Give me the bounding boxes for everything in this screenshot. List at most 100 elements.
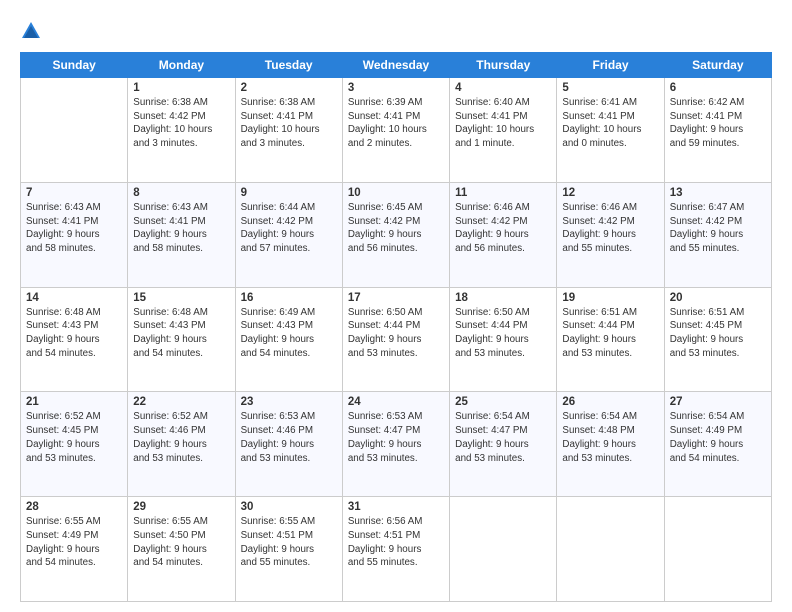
calendar-cell: 10 Sunrise: 6:45 AMSunset: 4:42 PMDayligh… [342,182,449,287]
day-number: 5 [562,82,658,94]
calendar-cell: 14 Sunrise: 6:48 AMSunset: 4:43 PMDayligh… [21,287,128,392]
day-info: Sunrise: 6:50 AMSunset: 4:44 PMDaylight:… [455,306,551,361]
day-info: Sunrise: 6:44 AMSunset: 4:42 PMDaylight:… [241,201,337,256]
logo-icon [20,20,42,42]
day-info: Sunrise: 6:45 AMSunset: 4:42 PMDaylight:… [348,201,444,256]
day-number: 29 [133,501,229,513]
day-number: 31 [348,501,444,513]
day-info: Sunrise: 6:51 AMSunset: 4:44 PMDaylight:… [562,306,658,361]
calendar-cell: 16 Sunrise: 6:49 AMSunset: 4:43 PMDayligh… [235,287,342,392]
calendar-cell: 29 Sunrise: 6:55 AMSunset: 4:50 PMDayligh… [128,497,235,602]
calendar-cell: 2 Sunrise: 6:38 AMSunset: 4:41 PMDaylight… [235,78,342,183]
day-number: 18 [455,292,551,304]
day-number: 27 [670,396,766,408]
day-info: Sunrise: 6:43 AMSunset: 4:41 PMDaylight:… [133,201,229,256]
day-number: 12 [562,187,658,199]
weekday-header-tuesday: Tuesday [235,53,342,78]
day-info: Sunrise: 6:49 AMSunset: 4:43 PMDaylight:… [241,306,337,361]
calendar-cell: 20 Sunrise: 6:51 AMSunset: 4:45 PMDayligh… [664,287,771,392]
day-info: Sunrise: 6:53 AMSunset: 4:46 PMDaylight:… [241,410,337,465]
day-info: Sunrise: 6:47 AMSunset: 4:42 PMDaylight:… [670,201,766,256]
calendar-cell: 25Sunrise: 6:54 AMSunset: 4:47 PMDayligh… [450,392,557,497]
day-info: Sunrise: 6:55 AMSunset: 4:51 PMDaylight:… [241,515,337,570]
day-info: Sunrise: 6:38 AMSunset: 4:41 PMDaylight:… [241,96,337,151]
day-info: Sunrise: 6:39 AMSunset: 4:41 PMDaylight:… [348,96,444,151]
calendar-cell: 7Sunrise: 6:43 AMSunset: 4:41 PMDaylight… [21,182,128,287]
day-info: Sunrise: 6:48 AMSunset: 4:43 PMDaylight:… [133,306,229,361]
day-number: 11 [455,187,551,199]
calendar-cell: 18 Sunrise: 6:50 AMSunset: 4:44 PMDayligh… [450,287,557,392]
day-number: 23 [241,396,337,408]
day-info: Sunrise: 6:50 AMSunset: 4:44 PMDaylight:… [348,306,444,361]
calendar-cell: 3 Sunrise: 6:39 AMSunset: 4:41 PMDaylight… [342,78,449,183]
day-number: 14 [26,292,122,304]
day-number: 9 [241,187,337,199]
calendar-cell: 6Sunrise: 6:42 AMSunset: 4:41 PMDaylight… [664,78,771,183]
calendar-cell: 12 Sunrise: 6:46 AMSunset: 4:42 PMDayligh… [557,182,664,287]
weekday-header-friday: Friday [557,53,664,78]
day-info: Sunrise: 6:52 AMSunset: 4:45 PMDaylight:… [26,410,122,465]
day-info: Sunrise: 6:55 AMSunset: 4:49 PMDaylight:… [26,515,122,570]
calendar-cell: 31 Sunrise: 6:56 AMSunset: 4:51 PMDayligh… [342,497,449,602]
day-number: 26 [562,396,658,408]
calendar-table: SundayMondayTuesdayWednesdayThursdayFrid… [20,52,772,602]
calendar-cell: 30Sunrise: 6:55 AMSunset: 4:51 PMDayligh… [235,497,342,602]
calendar-cell [450,497,557,602]
day-info: Sunrise: 6:43 AMSunset: 4:41 PMDaylight:… [26,201,122,256]
calendar-cell [21,78,128,183]
day-info: Sunrise: 6:54 AMSunset: 4:48 PMDaylight:… [562,410,658,465]
calendar-cell: 26 Sunrise: 6:54 AMSunset: 4:48 PMDayligh… [557,392,664,497]
day-number: 2 [241,82,337,94]
calendar-cell: 22Sunrise: 6:52 AMSunset: 4:46 PMDayligh… [128,392,235,497]
weekday-header-saturday: Saturday [664,53,771,78]
day-info: Sunrise: 6:54 AMSunset: 4:49 PMDaylight:… [670,410,766,465]
calendar-cell: 9 Sunrise: 6:44 AMSunset: 4:42 PMDaylight… [235,182,342,287]
weekday-header-row: SundayMondayTuesdayWednesdayThursdayFrid… [21,53,772,78]
calendar-cell: 23 Sunrise: 6:53 AMSunset: 4:46 PMDayligh… [235,392,342,497]
page: SundayMondayTuesdayWednesdayThursdayFrid… [0,0,792,612]
day-number: 3 [348,82,444,94]
day-info: Sunrise: 6:46 AMSunset: 4:42 PMDaylight:… [562,201,658,256]
calendar-cell: 17 Sunrise: 6:50 AMSunset: 4:44 PMDayligh… [342,287,449,392]
day-number: 6 [670,82,766,94]
calendar-cell: 8 Sunrise: 6:43 AMSunset: 4:41 PMDaylight… [128,182,235,287]
calendar-cell: 5 Sunrise: 6:41 AMSunset: 4:41 PMDaylight… [557,78,664,183]
header [20,18,772,42]
day-info: Sunrise: 6:48 AMSunset: 4:43 PMDaylight:… [26,306,122,361]
calendar-cell: 27 Sunrise: 6:54 AMSunset: 4:49 PMDayligh… [664,392,771,497]
day-info: Sunrise: 6:40 AMSunset: 4:41 PMDaylight:… [455,96,551,151]
day-number: 28 [26,501,122,513]
week-row-2: 7Sunrise: 6:43 AMSunset: 4:41 PMDaylight… [21,182,772,287]
day-info: Sunrise: 6:41 AMSunset: 4:41 PMDaylight:… [562,96,658,151]
day-number: 24 [348,396,444,408]
day-info: Sunrise: 6:51 AMSunset: 4:45 PMDaylight:… [670,306,766,361]
calendar-cell: 15Sunrise: 6:48 AMSunset: 4:43 PMDayligh… [128,287,235,392]
day-number: 20 [670,292,766,304]
week-row-4: 21Sunrise: 6:52 AMSunset: 4:45 PMDayligh… [21,392,772,497]
calendar-cell: 13Sunrise: 6:47 AMSunset: 4:42 PMDayligh… [664,182,771,287]
weekday-header-monday: Monday [128,53,235,78]
weekday-header-sunday: Sunday [21,53,128,78]
calendar-cell: 21Sunrise: 6:52 AMSunset: 4:45 PMDayligh… [21,392,128,497]
weekday-header-wednesday: Wednesday [342,53,449,78]
week-row-3: 14 Sunrise: 6:48 AMSunset: 4:43 PMDayligh… [21,287,772,392]
calendar-cell: 4 Sunrise: 6:40 AMSunset: 4:41 PMDaylight… [450,78,557,183]
day-info: Sunrise: 6:55 AMSunset: 4:50 PMDaylight:… [133,515,229,570]
day-number: 4 [455,82,551,94]
calendar-cell [557,497,664,602]
calendar-cell: 19 Sunrise: 6:51 AMSunset: 4:44 PMDayligh… [557,287,664,392]
day-number: 8 [133,187,229,199]
day-number: 22 [133,396,229,408]
day-info: Sunrise: 6:56 AMSunset: 4:51 PMDaylight:… [348,515,444,570]
day-number: 19 [562,292,658,304]
calendar-cell [664,497,771,602]
day-number: 1 [133,82,229,94]
weekday-header-thursday: Thursday [450,53,557,78]
day-number: 10 [348,187,444,199]
week-row-1: 1Sunrise: 6:38 AMSunset: 4:42 PMDaylight… [21,78,772,183]
day-number: 17 [348,292,444,304]
calendar-cell: 1Sunrise: 6:38 AMSunset: 4:42 PMDaylight… [128,78,235,183]
day-number: 16 [241,292,337,304]
logo [20,18,46,42]
day-info: Sunrise: 6:46 AMSunset: 4:42 PMDaylight:… [455,201,551,256]
